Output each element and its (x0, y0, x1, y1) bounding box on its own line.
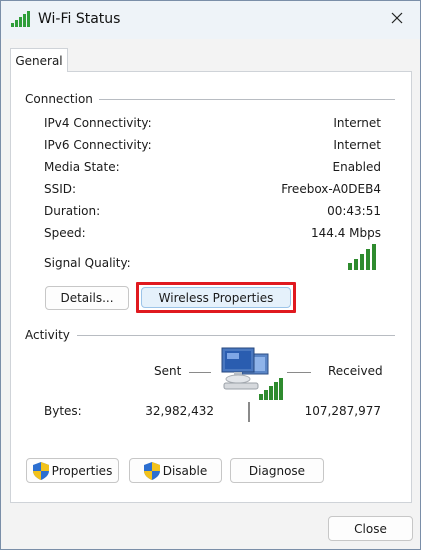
title-bar: Wi-Fi Status (1, 1, 420, 39)
connection-divider (99, 99, 395, 100)
signal-quality-label: Signal Quality: (44, 256, 131, 270)
signal-quality-icon (348, 244, 380, 273)
close-icon (391, 12, 403, 27)
window-title: Wi-Fi Status (38, 11, 121, 27)
sent-connector (189, 372, 211, 373)
speed-label: Speed: (44, 226, 86, 240)
activity-divider (77, 335, 395, 336)
media-state-value: Enabled (332, 160, 382, 174)
bytes-label: Bytes: (44, 404, 82, 418)
bytes-received-value: 107,287,977 (304, 404, 381, 418)
disable-button-label: Disable (162, 463, 208, 478)
bytes-divider (248, 402, 250, 422)
uac-shield-icon (32, 461, 49, 480)
close-button[interactable]: Close (328, 516, 413, 541)
diagnose-button[interactable]: Diagnose (230, 458, 324, 483)
wifi-status-window: Wi-Fi Status General Connection IPv4 Con… (0, 0, 421, 550)
ipv6-label: IPv6 Connectivity: (44, 138, 152, 152)
ipv4-value: Internet (333, 116, 381, 130)
received-label: Received (328, 364, 383, 378)
duration-value: 00:43:51 (327, 204, 381, 218)
activity-heading: Activity (25, 328, 70, 342)
wifi-signal-icon (11, 11, 31, 30)
media-state-label: Media State: (44, 160, 120, 174)
disable-button[interactable]: Disable (129, 458, 222, 483)
ssid-value: Freebox-A0DEB4 (281, 182, 381, 196)
ssid-label: SSID: (44, 182, 77, 196)
received-connector (287, 372, 311, 373)
ipv4-label: IPv4 Connectivity: (44, 116, 152, 130)
general-panel: Connection IPv4 Connectivity: Internet I… (10, 71, 412, 503)
properties-button-label: Properties (51, 463, 113, 478)
speed-value: 144.4 Mbps (310, 226, 381, 240)
close-window-button[interactable] (382, 5, 412, 33)
properties-button[interactable]: Properties (26, 458, 119, 483)
ipv6-value: Internet (333, 138, 381, 152)
bytes-sent-value: 32,982,432 (145, 404, 214, 418)
duration-label: Duration: (44, 204, 101, 218)
uac-shield-icon (143, 461, 160, 480)
connection-heading: Connection (25, 92, 93, 106)
network-computers-icon (218, 346, 284, 407)
details-button[interactable]: Details... (45, 286, 129, 310)
wireless-properties-button[interactable]: Wireless Properties (141, 287, 291, 308)
sent-label: Sent (154, 364, 182, 378)
tab-general[interactable]: General (10, 48, 68, 72)
